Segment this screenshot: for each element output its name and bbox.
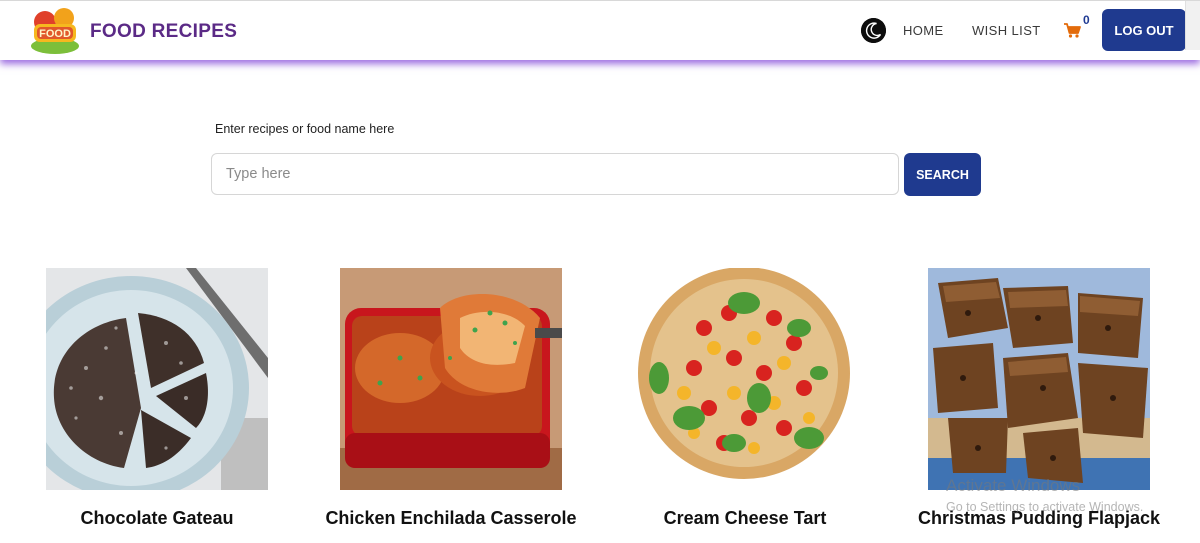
recipe-image <box>340 268 562 490</box>
recipe-image <box>928 268 1150 490</box>
recipe-card[interactable]: Chicken Enchilada Casserole <box>325 268 577 528</box>
recipe-title[interactable]: Chocolate Gateau <box>6 507 308 529</box>
cart-icon[interactable] <box>1062 20 1082 40</box>
logout-button[interactable]: LOG OUT <box>1102 9 1186 51</box>
nav-wishlist-link[interactable]: WISH LIST <box>972 23 1041 38</box>
recipe-title[interactable]: Chicken Enchilada Casserole <box>300 507 602 529</box>
recipe-card[interactable]: Cream Cheese Tart <box>634 268 856 528</box>
top-navbar: FOOD FOOD RECIPES HOME WISH LIST 0 LOG O… <box>0 0 1200 60</box>
moon-icon <box>861 18 886 43</box>
recipe-image <box>46 268 268 490</box>
search-input[interactable] <box>211 153 899 195</box>
recipe-card[interactable]: Chocolate Gateau <box>46 268 268 528</box>
recipe-image <box>634 268 856 490</box>
brand-title[interactable]: FOOD RECIPES <box>90 21 237 43</box>
scrollbar[interactable] <box>1185 1 1200 50</box>
activate-windows-subtitle: Go to Settings to activate Windows. <box>946 500 1144 514</box>
recipe-title[interactable]: Cream Cheese Tart <box>594 507 896 529</box>
recipe-card[interactable]: Christmas Pudding Flapjack <box>918 268 1160 528</box>
cart-count-badge: 0 <box>1083 13 1090 27</box>
food-logo-icon[interactable]: FOOD <box>28 4 82 56</box>
svg-text:FOOD: FOOD <box>39 28 71 40</box>
nav-home-link[interactable]: HOME <box>903 23 944 38</box>
search-label: Enter recipes or food name here <box>215 122 395 136</box>
theme-toggle-button[interactable] <box>861 18 886 43</box>
search-button[interactable]: SEARCH <box>904 153 981 196</box>
activate-windows-watermark: Activate Windows <box>946 476 1081 495</box>
